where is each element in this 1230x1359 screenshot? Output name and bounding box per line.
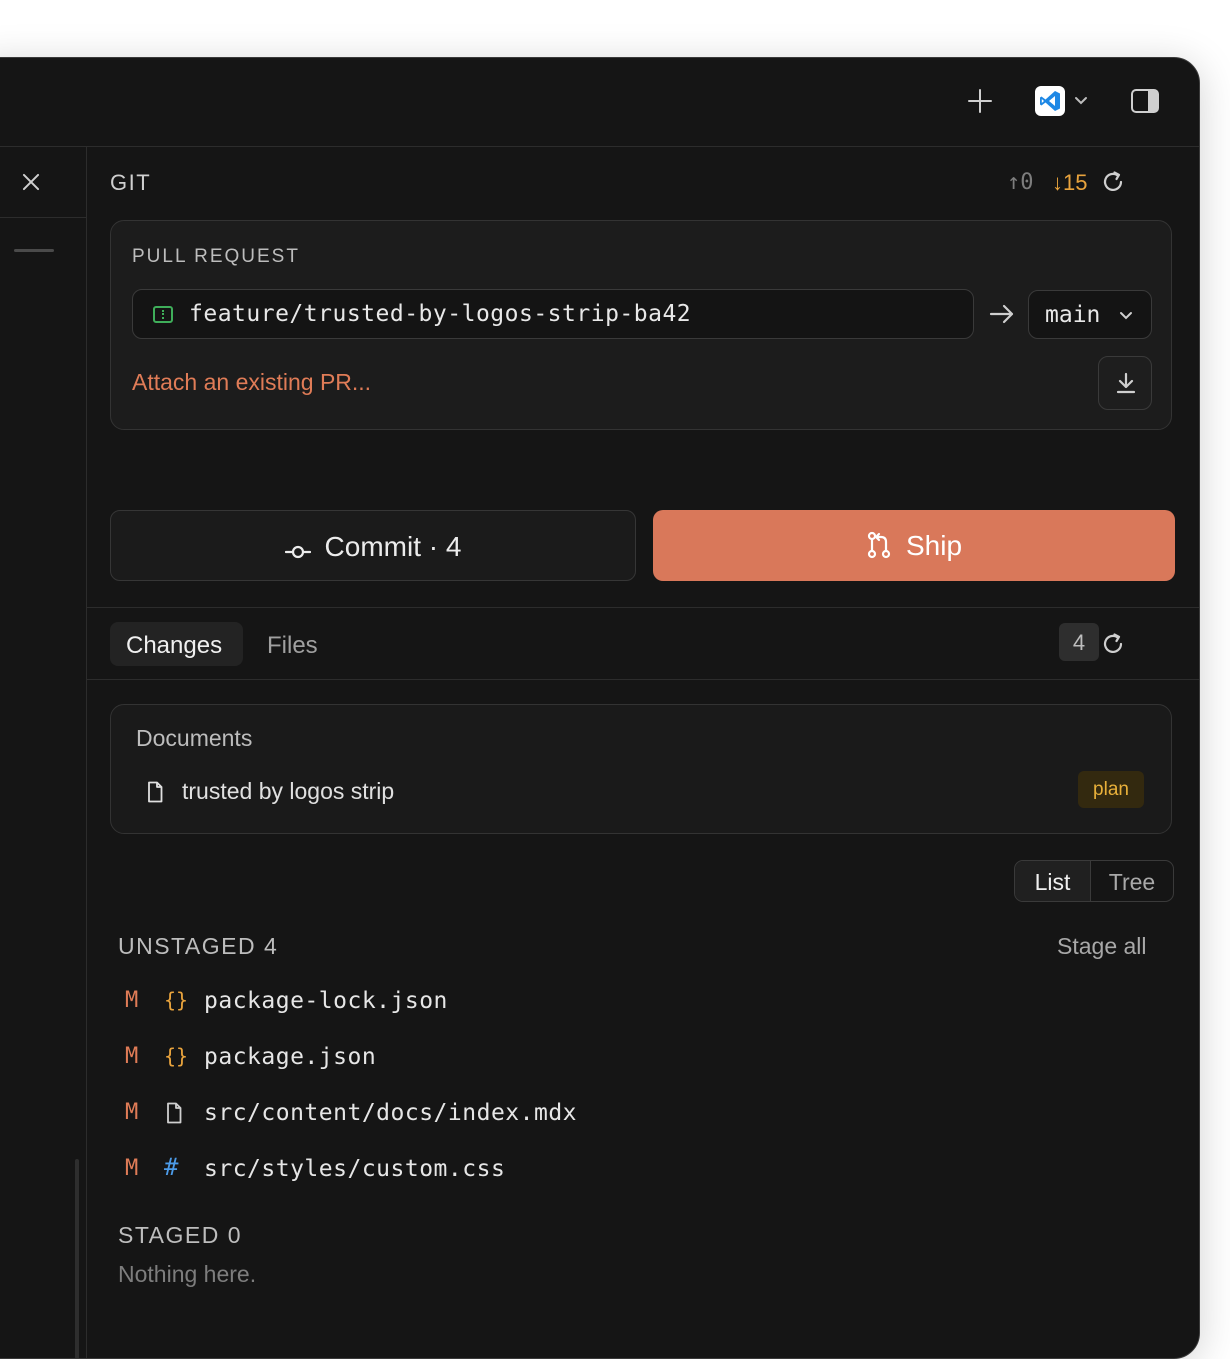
file-status: M (125, 1156, 139, 1181)
staged-heading: STAGED 0 (118, 1222, 243, 1248)
commit-icon (284, 545, 311, 559)
divider (0, 217, 86, 218)
file-path: src/styles/custom.css (204, 1156, 506, 1182)
file-icon (147, 781, 163, 808)
css-file-icon: # (164, 1153, 179, 1181)
tree-view-button[interactable]: Tree (1091, 861, 1173, 901)
pull-request-icon (867, 531, 891, 559)
ship-label: Ship (905, 530, 963, 561)
title-bar (0, 58, 1199, 147)
git-panel: GIT ↑0 ↓15 PULL REQUEST feature/trusted-… (87, 147, 1199, 1358)
file-status: M (125, 1100, 139, 1125)
arrow-right-icon (989, 303, 1015, 325)
ahead-count: ↑0 (1007, 170, 1034, 195)
attach-pr-link[interactable]: Attach an existing PR... (132, 369, 371, 396)
file-path: package-lock.json (204, 988, 448, 1014)
list-view-button[interactable]: List (1015, 861, 1091, 901)
branch-field[interactable]: feature/trusted-by-logos-strip-ba42 (132, 289, 974, 339)
tab-files[interactable]: Files (267, 632, 318, 660)
list-view-label: List (1034, 869, 1071, 895)
documents-card: Documents trusted by logos strip plan (110, 704, 1172, 834)
plan-badge-label: plan (1093, 779, 1129, 800)
file-row[interactable]: M {} package-lock.json (118, 983, 1018, 1023)
pull-request-card: PULL REQUEST feature/trusted-by-logos-st… (110, 220, 1172, 430)
commit-button[interactable]: Commit · 4 (110, 510, 636, 581)
branch-icon (153, 306, 173, 323)
close-icon[interactable] (22, 173, 40, 191)
branch-name: feature/trusted-by-logos-strip-ba42 (189, 301, 692, 327)
base-branch-name: main (1045, 302, 1101, 328)
new-tab-plus-icon[interactable] (965, 86, 995, 116)
tab-changes[interactable]: Changes (110, 622, 243, 666)
panel-title: GIT (110, 170, 152, 195)
pull-request-label: PULL REQUEST (132, 246, 300, 267)
file-status: M (125, 988, 139, 1013)
documents-title: Documents (136, 725, 253, 751)
document-item[interactable]: trusted by logos strip (182, 778, 394, 805)
file-icon (166, 1102, 182, 1130)
divider (87, 679, 1199, 680)
tab-changes-label: Changes (126, 632, 223, 659)
json-file-icon: {} (164, 1044, 189, 1068)
file-status: M (125, 1044, 139, 1069)
toggle-sidebar-icon[interactable] (1131, 89, 1159, 113)
ship-button[interactable]: Ship (653, 510, 1175, 581)
download-icon (1116, 372, 1136, 394)
file-row[interactable]: M # src/styles/custom.css (118, 1151, 1018, 1191)
changes-count: 4 (1072, 630, 1086, 655)
file-row[interactable]: M {} package.json (118, 1039, 1018, 1079)
file-path: package.json (204, 1044, 377, 1070)
unstaged-heading: UNSTAGED 4 (118, 933, 279, 959)
editor-chevron-down-icon[interactable] (1073, 92, 1089, 108)
tree-view-label: Tree (1108, 869, 1156, 895)
divider (87, 607, 1199, 608)
json-file-icon: {} (164, 988, 189, 1012)
changes-count-badge: 4 (1059, 623, 1099, 661)
staged-empty-text: Nothing here. (118, 1261, 257, 1287)
app-window: GIT ↑0 ↓15 PULL REQUEST feature/trusted-… (0, 57, 1200, 1359)
scrollbar[interactable] (75, 1159, 79, 1358)
download-button[interactable] (1098, 356, 1152, 410)
view-toggle: List Tree (1014, 860, 1174, 902)
behind-count: ↓15 (1052, 170, 1088, 195)
base-branch-select[interactable]: main (1028, 290, 1152, 339)
chevron-down-icon (1119, 309, 1133, 321)
refresh-icon[interactable] (1100, 169, 1126, 195)
left-column (0, 147, 87, 1358)
stage-all-button[interactable]: Stage all (1057, 933, 1147, 960)
refresh-icon[interactable] (1100, 631, 1126, 657)
commit-label: Commit · 4 (324, 531, 462, 562)
vscode-icon[interactable] (1035, 86, 1065, 116)
file-path: src/content/docs/index.mdx (204, 1100, 578, 1126)
file-row[interactable]: M src/content/docs/index.mdx (118, 1095, 1018, 1135)
collapsed-indicator (14, 249, 54, 252)
plan-badge: plan (1078, 771, 1144, 808)
